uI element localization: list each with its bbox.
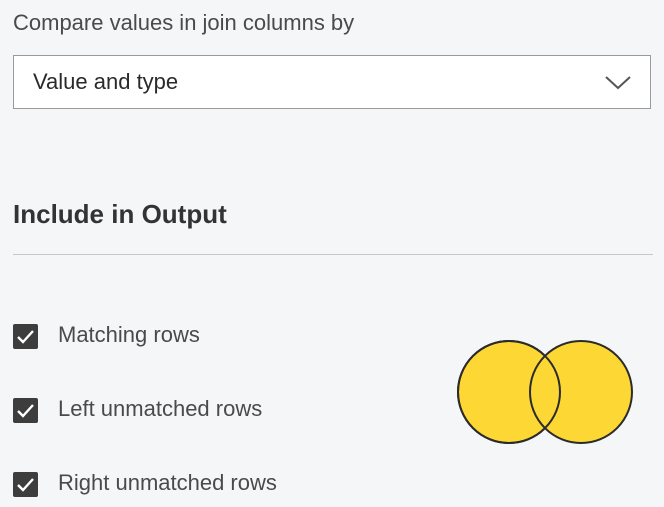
right-unmatched-rows-label: Right unmatched rows xyxy=(58,470,277,495)
right-unmatched-rows-checkbox[interactable] xyxy=(13,472,38,497)
chevron-down-icon xyxy=(605,76,631,90)
left-unmatched-rows-checkbox[interactable] xyxy=(13,398,38,423)
include-in-output-heading: Include in Output xyxy=(13,199,227,229)
checkmark-icon xyxy=(17,404,34,418)
join-venn-diagram xyxy=(457,340,633,444)
compare-select[interactable]: Value and type xyxy=(13,55,651,109)
matching-rows-label: Matching rows xyxy=(58,322,200,347)
checkmark-icon xyxy=(17,478,34,492)
section-divider xyxy=(13,254,653,255)
matching-rows-checkbox[interactable] xyxy=(13,324,38,349)
compare-select-value: Value and type xyxy=(33,69,179,94)
checkmark-icon xyxy=(17,330,34,344)
left-unmatched-rows-label: Left unmatched rows xyxy=(58,396,263,421)
compare-field-label: Compare values in join columns by xyxy=(13,10,355,35)
